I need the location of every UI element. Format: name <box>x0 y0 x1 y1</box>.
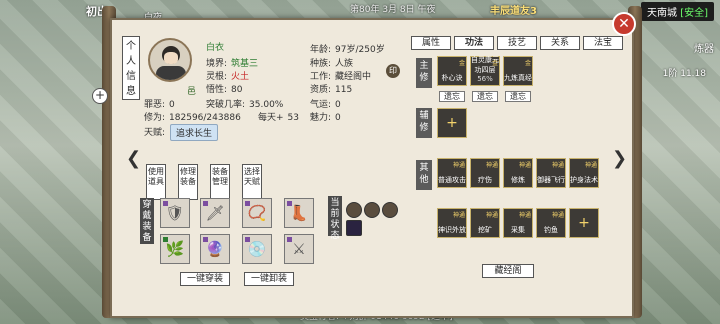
job-row: 工作: 藏经阁中 <box>310 72 372 82</box>
charm-row: 魅力: 0 <box>310 113 341 123</box>
job-seal-icon[interactable]: 印 <box>386 64 400 78</box>
status-buff-icon[interactable] <box>346 202 362 218</box>
daily-gain: 每天+ 53 <box>258 113 299 123</box>
skill-heal[interactable]: 神通 疗伤 <box>470 158 500 188</box>
status-buff-icon[interactable] <box>382 202 398 218</box>
forget-button-2[interactable]: 遗忘 <box>472 91 498 102</box>
root-row: 灵根: 火土 <box>206 72 250 82</box>
tab-treasures[interactable]: 法宝 <box>583 36 623 50</box>
main-skill-label: 主修 <box>416 58 432 88</box>
close-button[interactable]: ✕ <box>612 12 636 36</box>
main-skill-2[interactable]: 金 自灵康元功四层 56% <box>470 56 500 86</box>
city-status: [安全] <box>680 8 708 19</box>
current-status-label: 当前状态 <box>328 196 342 241</box>
status-debuff-icon[interactable] <box>346 220 362 236</box>
skill-basic-attack[interactable]: 神通 普通攻击 <box>437 158 467 188</box>
next-page-arrow-icon[interactable]: ❯ <box>612 148 627 169</box>
skill-cultivate[interactable]: 神通 修炼 <box>503 158 533 188</box>
avatar-caption: 邑 <box>187 87 197 97</box>
ring-slot[interactable]: 💿 <box>242 234 272 264</box>
skill-fly[interactable]: 神通 御器飞行 <box>536 158 566 188</box>
status-buff-icon[interactable] <box>364 202 380 218</box>
use-item-button[interactable]: 使用道具 <box>146 164 166 200</box>
add-other-skill-button[interactable]: + <box>569 208 599 238</box>
quality-row: 资质: 115 <box>310 85 353 95</box>
realm-row: 境界: 筑基三 <box>206 59 259 69</box>
talent-label: 天赋: <box>144 128 166 138</box>
tab-relations[interactable]: 关系 <box>540 36 580 50</box>
forget-button-1[interactable]: 遗忘 <box>439 91 465 102</box>
cultivation-row: 修为: 182596/243886 <box>144 113 241 123</box>
main-skill-1[interactable]: 金 朴心诀 <box>437 56 467 86</box>
main-skill-3[interactable]: 金 九炼真经 <box>503 56 533 86</box>
skill-fishing[interactable]: 神通 钓鱼 <box>536 208 566 238</box>
right-label-refine[interactable]: 炼器 <box>694 40 714 55</box>
scripture-pavilion-button[interactable]: 藏经阁 <box>482 264 534 278</box>
aux-skill-label: 辅修 <box>416 108 432 138</box>
wisdom-row: 悟性: 80 <box>206 85 243 95</box>
necklace-slot[interactable]: 📿 <box>242 198 272 228</box>
tab-skills[interactable]: 功法 <box>454 36 494 50</box>
sin-row: 罪恶: 0 <box>144 100 175 110</box>
talent-tag[interactable]: 追求长生 <box>170 124 219 141</box>
city-name: 天南城 <box>647 8 677 19</box>
right-label-level: 1阶 11.18 <box>662 69 706 79</box>
armor-slot[interactable]: 🛡 <box>160 198 190 228</box>
prev-page-arrow-icon[interactable]: ❮ <box>126 148 141 169</box>
panel-vertical-title: 个人信息 <box>122 36 140 100</box>
skill-gather[interactable]: 神通 采集 <box>503 208 533 238</box>
age-row: 年龄: 97岁/250岁 <box>310 45 385 55</box>
world-add-icon[interactable]: + <box>92 88 108 104</box>
herb-slot[interactable]: 🌿 <box>160 234 190 264</box>
repair-equipment-button[interactable]: 修理装备 <box>178 164 198 200</box>
forget-button-3[interactable]: 遗忘 <box>505 91 531 102</box>
weapon-slot[interactable]: 🗡 <box>200 198 230 228</box>
equipment-manage-button[interactable]: 装备管理 <box>210 164 230 200</box>
character-name: 白衣 <box>206 43 225 53</box>
equip-section-label: 穿戴装备 <box>140 198 154 244</box>
select-talent-button[interactable]: 选择天赋 <box>242 164 262 200</box>
equip-all-button[interactable]: 一键穿装 <box>180 272 230 286</box>
other-skill-label: 其他 <box>416 160 432 190</box>
tab-bar: 属性 功法 技艺 关系 法宝 <box>411 36 623 50</box>
skill-sense[interactable]: 神通 神识外放 <box>437 208 467 238</box>
race-row: 种族: 人族 <box>310 59 354 69</box>
city-indicator[interactable]: 天南城 [安全] <box>641 2 714 21</box>
add-aux-skill-button[interactable]: + <box>437 108 467 138</box>
event-banner[interactable]: 丰辰道友3 <box>490 2 537 17</box>
sword-slot[interactable]: ⚔ <box>284 234 314 264</box>
unequip-all-button[interactable]: 一键卸装 <box>244 272 294 286</box>
tab-arts[interactable]: 技艺 <box>497 36 537 50</box>
skill-mining[interactable]: 神通 挖矿 <box>470 208 500 238</box>
avatar[interactable] <box>148 38 192 82</box>
skill-shield[interactable]: 神通 护身法术 <box>569 158 599 188</box>
break-row: 突破几率: 35.00% <box>206 100 284 110</box>
luck-row: 气运: 0 <box>310 100 341 110</box>
tab-attributes[interactable]: 属性 <box>411 36 451 50</box>
date-display: 第80年 3月 8日 午夜 <box>350 5 436 15</box>
orb-slot[interactable]: 🔮 <box>200 234 230 264</box>
boots-slot[interactable]: 👢 <box>284 198 314 228</box>
